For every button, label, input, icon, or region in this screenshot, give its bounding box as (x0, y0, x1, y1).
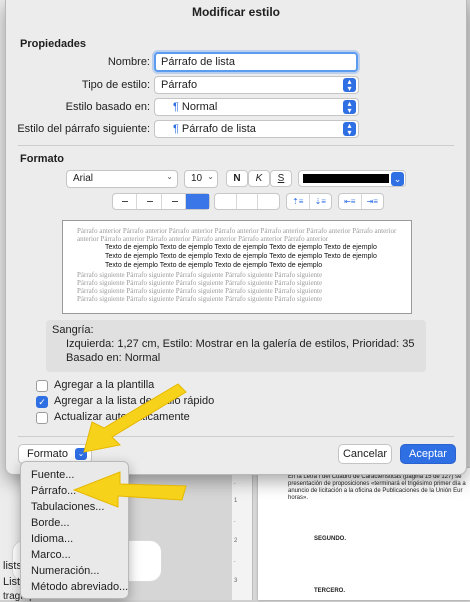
annotation-arrow-icon (83, 383, 187, 453)
annotation-arrow-icon (72, 471, 187, 508)
annotation-arrows (72, 383, 187, 508)
